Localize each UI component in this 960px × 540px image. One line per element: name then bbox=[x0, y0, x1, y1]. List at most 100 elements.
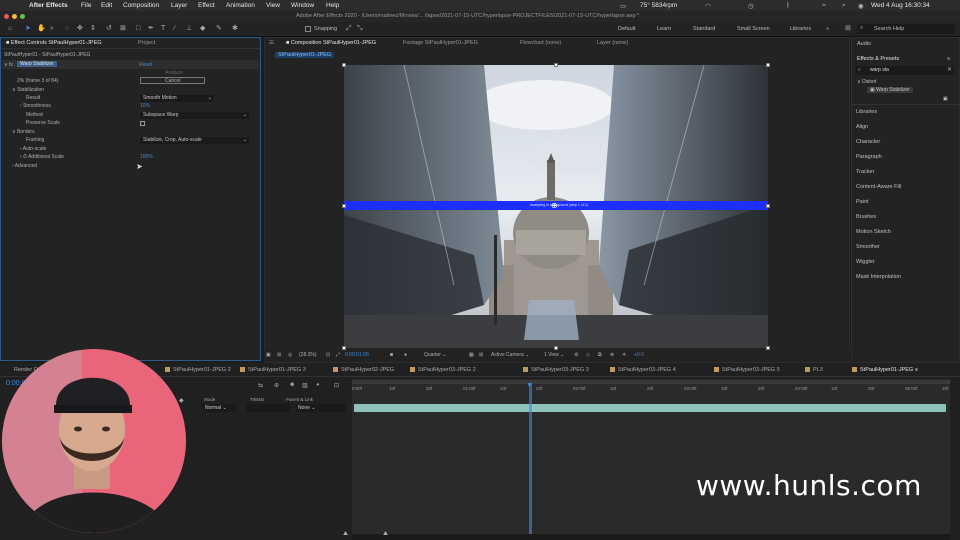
graph-editor-icon[interactable]: ⊡ bbox=[334, 382, 339, 389]
timeline-zoom-bar[interactable] bbox=[352, 534, 950, 540]
draft-3d-icon[interactable]: ⊕ bbox=[274, 382, 279, 389]
workspace-learn[interactable]: Learn bbox=[657, 26, 671, 32]
cancel-button[interactable]: Cancel bbox=[140, 77, 205, 84]
show-channel-icon[interactable]: ● bbox=[404, 352, 407, 358]
views-dropdown[interactable]: 1 View ⌄ bbox=[544, 352, 565, 358]
audio-panel[interactable]: Audio bbox=[857, 41, 871, 47]
tracker-panel[interactable]: Tracker bbox=[856, 169, 874, 175]
roto-brush-icon[interactable]: ✎ bbox=[216, 25, 223, 32]
warp-stabilizer-result[interactable]: ▣ Warp Stabilizer bbox=[867, 87, 913, 93]
effect-name[interactable]: Warp Stabilizer bbox=[17, 61, 57, 67]
zoom-tool-icon[interactable]: ⌕ bbox=[50, 25, 57, 32]
mode-dropdown[interactable]: Normal ⌄ bbox=[203, 404, 237, 412]
additional-scale-value[interactable]: 100% bbox=[140, 154, 153, 160]
viewer-timecode[interactable]: 0:00:01:00 bbox=[345, 352, 369, 358]
transform-handle[interactable] bbox=[342, 63, 346, 67]
effects-search-input[interactable]: ⌕ warp sta ✕ bbox=[856, 66, 954, 75]
reset-link[interactable]: Reset bbox=[139, 62, 152, 68]
eraser-tool-icon[interactable]: ◆ bbox=[200, 25, 207, 32]
comp-panel-menu-icon[interactable]: ☰ bbox=[269, 40, 274, 46]
menu-effect[interactable]: Effect bbox=[198, 2, 215, 9]
snap-feature-icon[interactable]: ⤡ bbox=[357, 25, 364, 32]
help-search[interactable]: ⌕ Search Help bbox=[857, 24, 955, 34]
distort-category[interactable]: ∨ Distort bbox=[857, 79, 877, 85]
brushes-panel[interactable]: Brushes bbox=[856, 214, 876, 220]
clear-search-icon[interactable]: ✕ bbox=[947, 66, 952, 73]
borders-group[interactable]: ∨ Borders bbox=[12, 129, 35, 135]
playhead-marker-icon[interactable]: ▼ bbox=[526, 382, 533, 389]
menu-file[interactable]: File bbox=[81, 2, 91, 9]
timeline-tracks[interactable] bbox=[352, 379, 950, 534]
result-dropdown[interactable]: Smooth Motion ⌄ bbox=[140, 95, 214, 102]
new-bin-icon[interactable]: ▣ bbox=[943, 96, 948, 102]
playhead[interactable] bbox=[529, 383, 532, 534]
puppet-tool-icon[interactable]: ✱ bbox=[232, 25, 239, 32]
pen-tool-icon[interactable]: ✒ bbox=[148, 25, 155, 32]
effects-presets-panel[interactable]: Effects & Presets bbox=[857, 56, 899, 62]
content-aware-fill-panel[interactable]: Content-Aware Fill bbox=[856, 184, 901, 190]
layer-tab[interactable]: Layer (none) bbox=[597, 40, 628, 46]
rotate-tool-icon[interactable]: ↺ bbox=[106, 25, 113, 32]
menu-edit[interactable]: Edit bbox=[101, 2, 112, 9]
clock-icon[interactable]: ◷ bbox=[748, 2, 754, 10]
panel-menu-icon[interactable]: ≡ bbox=[947, 56, 950, 62]
transform-handle[interactable] bbox=[766, 63, 770, 67]
composition-tab[interactable]: ■ Composition StPaulHyper01-JPEG bbox=[286, 40, 376, 46]
mask-interpolation-panel[interactable]: Mask Interpolation bbox=[856, 274, 901, 280]
timeline-tab-1[interactable]: StPaulHyper01-JPEG 2 bbox=[165, 367, 231, 373]
anchor-point-icon[interactable]: ⊕ bbox=[551, 201, 558, 210]
timeline-tab-6[interactable]: StPaulHyper03-JPEG 4 bbox=[610, 367, 676, 373]
hand-tool-icon[interactable]: ✋ bbox=[37, 25, 46, 32]
workspace-default[interactable]: Default bbox=[618, 26, 635, 32]
libraries-panel[interactable]: Libraries bbox=[856, 109, 877, 115]
fullscreen-icon[interactable]: ⤢ bbox=[336, 352, 340, 358]
workspace-standard[interactable]: Standard bbox=[693, 26, 715, 32]
snapshot-icon[interactable]: ◙ bbox=[390, 352, 393, 358]
render-icon[interactable]: ⚙ bbox=[574, 352, 578, 358]
menu-view[interactable]: View bbox=[266, 2, 280, 9]
stabilization-group[interactable]: ∨ Stabilization bbox=[12, 87, 44, 93]
workspace-sync-icon[interactable]: ⊞ bbox=[845, 25, 852, 32]
zoom-out-icon[interactable]: ⛰ bbox=[343, 531, 348, 538]
time-ruler[interactable]: 0:00f 10f 20f 01:00f 10f 20f 02:00f 10f 20f 03:00… bbox=[352, 384, 950, 394]
grid-icon[interactable]: ⊞ bbox=[479, 352, 483, 358]
wifi-icon[interactable]: ◠ bbox=[705, 2, 711, 10]
frame-blend-icon[interactable]: ▥ bbox=[302, 382, 308, 389]
rectangle-tool-icon[interactable]: □ bbox=[136, 25, 143, 32]
flowchart-icon[interactable]: ⧉ bbox=[598, 352, 602, 358]
snap-options-icon[interactable]: ⤢ bbox=[346, 25, 353, 32]
snapping-checkbox[interactable] bbox=[305, 26, 311, 32]
footage-tab[interactable]: Footage StPaulHyper01-JPEG bbox=[403, 40, 478, 46]
motion-sketch-panel[interactable]: Motion Sketch bbox=[856, 229, 891, 235]
smoother-panel[interactable]: Smoother bbox=[856, 244, 880, 250]
zoom-in-icon[interactable]: ⛰ bbox=[383, 531, 388, 538]
region-icon[interactable]: ⊞ bbox=[277, 352, 281, 358]
trkmat-dropdown[interactable] bbox=[246, 404, 290, 412]
transform-handle[interactable] bbox=[766, 204, 770, 208]
menu-layer[interactable]: Layer bbox=[171, 2, 187, 9]
character-panel[interactable]: Character bbox=[856, 139, 880, 145]
project-tab[interactable]: Project bbox=[138, 40, 155, 46]
flowchart-tab[interactable]: Flowchart (none) bbox=[520, 40, 561, 46]
motion-blur-icon[interactable]: ◕ bbox=[316, 382, 320, 388]
smoothness-label[interactable]: › Smoothness bbox=[20, 103, 51, 109]
clone-tool-icon[interactable]: ⊥ bbox=[186, 25, 193, 32]
transparency-grid-icon[interactable]: ▦ bbox=[469, 352, 474, 358]
exposure-icon[interactable]: ✳ bbox=[622, 352, 626, 358]
timeline-tab-7[interactable]: StPaulHyper03-JPEG 5 bbox=[714, 367, 780, 373]
parent-dropdown[interactable]: None ⌄ bbox=[296, 404, 346, 412]
timeline-tab-2[interactable]: StPaulHyper01-JPEG 3 bbox=[240, 367, 306, 373]
timeline-tab-3[interactable]: StPaulHyper02-JPEG bbox=[333, 367, 394, 373]
bluetooth-icon[interactable]: ᛒ bbox=[786, 2, 790, 9]
minimize-window-icon[interactable] bbox=[12, 14, 17, 19]
menu-help[interactable]: Help bbox=[326, 2, 339, 9]
timeline-tab-4[interactable]: StPaulHyper03-JPEG 2 bbox=[410, 367, 476, 373]
align-panel[interactable]: Align bbox=[856, 124, 868, 130]
analyze-button[interactable]: Analyze bbox=[165, 70, 183, 76]
orbit-tool-icon[interactable]: ◌ bbox=[65, 25, 72, 32]
pixel-icon[interactable]: ⊛ bbox=[610, 352, 614, 358]
type-tool-icon[interactable]: T bbox=[161, 25, 168, 32]
workspace-small-screen[interactable]: Small Screen bbox=[737, 26, 770, 32]
paragraph-panel[interactable]: Paragraph bbox=[856, 154, 882, 160]
workspace-libraries[interactable]: Libraries bbox=[790, 26, 811, 32]
